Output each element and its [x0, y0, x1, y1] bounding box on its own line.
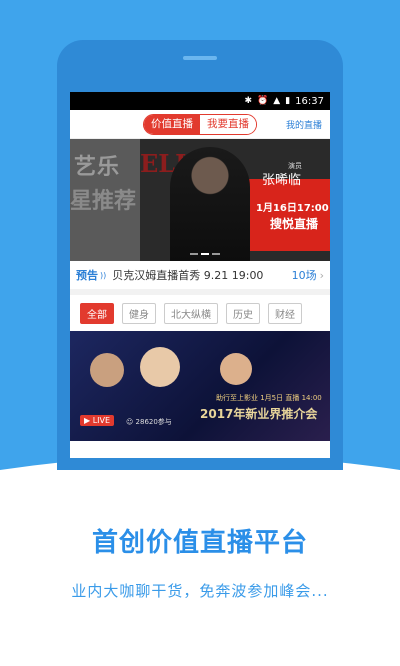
banner-name: 张晞临 — [262, 173, 302, 188]
tab-want-live[interactable]: 我要直播 — [200, 114, 256, 134]
hero-banner[interactable]: 艺乐 星推荐 ELL 演员 张晞临 1月16日17:00 搜悦直播 — [70, 139, 330, 261]
banner-date: 1月16日17:00 — [256, 203, 329, 214]
tab-value-live[interactable]: 价值直播 — [144, 114, 200, 134]
preview-count: 10场 — [291, 269, 317, 282]
event-title: 2017年新业界推介会 — [200, 407, 318, 421]
status-time: 16:37 — [295, 95, 324, 107]
chevron-right-icon: › — [319, 268, 324, 282]
filter-history[interactable]: 历史 — [226, 302, 260, 324]
preview-tag: 预告 — [76, 269, 98, 282]
filter-fitness[interactable]: 健身 — [122, 302, 156, 324]
phone-screen: ✱ ⏰ ▲ ▮ 16:37 价值直播 我要直播 我的直播 艺乐 星推荐 ELL … — [70, 92, 330, 458]
live-badge-label: LIVE — [92, 416, 111, 425]
banner-live-label: 搜悦直播 — [270, 217, 319, 231]
live-card[interactable]: 助行至上影业 1月5日 直播 14:00 2017年新业界推介会 ▶ LIVE … — [70, 331, 330, 441]
viewer-count: ☺ 28620参与 — [126, 417, 172, 427]
phone-speaker — [183, 56, 217, 60]
banner-left-subtext: 星推荐 — [70, 189, 137, 214]
live-badge: ▶ LIVE — [80, 415, 115, 426]
guest-portrait-1 — [90, 353, 124, 387]
my-live-link[interactable]: 我的直播 — [286, 118, 322, 131]
filter-pku[interactable]: 北大纵横 — [164, 302, 218, 324]
carousel-dots — [190, 253, 220, 255]
status-bar: ✱ ⏰ ▲ ▮ 16:37 — [70, 92, 330, 110]
live-tabs: 价值直播 我要直播 — [143, 113, 257, 135]
carousel-dot-active[interactable] — [201, 253, 209, 255]
preview-text: 贝克汉姆直播首秀 9.21 19:00 — [112, 269, 264, 282]
signal-icon: ▲ — [273, 96, 281, 106]
guest-portrait-2 — [140, 347, 180, 387]
category-filters: 全部 健身 北大纵横 历史 财经 — [70, 295, 330, 331]
viewer-count-text: 28620参与 — [135, 418, 172, 426]
person-icon: ☺ — [126, 418, 136, 426]
guest-portrait-3 — [220, 353, 252, 385]
banner-left-text: 艺乐 — [74, 155, 121, 180]
promo-headline: 首创价值直播平台 — [91, 528, 308, 558]
top-bar: 价值直播 我要直播 我的直播 — [70, 110, 330, 139]
event-subtitle: 助行至上影业 1月5日 直播 14:00 — [216, 394, 322, 402]
bluetooth-icon: ✱ — [244, 96, 253, 106]
alarm-icon: ⏰ — [257, 96, 269, 106]
filter-all[interactable]: 全部 — [80, 302, 114, 324]
carousel-dot[interactable] — [190, 253, 198, 255]
promo-subline: 业内大咖聊干货，免奔波参加峰会... — [71, 582, 329, 600]
speaker-icon: )) — [100, 270, 107, 280]
preview-notice[interactable]: 预告 )) 贝克汉姆直播首秀 9.21 19:00 10场 › — [70, 261, 330, 295]
banner-person-image — [170, 147, 250, 261]
carousel-dot[interactable] — [212, 253, 220, 255]
camera-icon: ▶ — [84, 416, 93, 425]
filter-finance[interactable]: 财经 — [268, 302, 302, 324]
battery-icon: ▮ — [285, 96, 291, 106]
